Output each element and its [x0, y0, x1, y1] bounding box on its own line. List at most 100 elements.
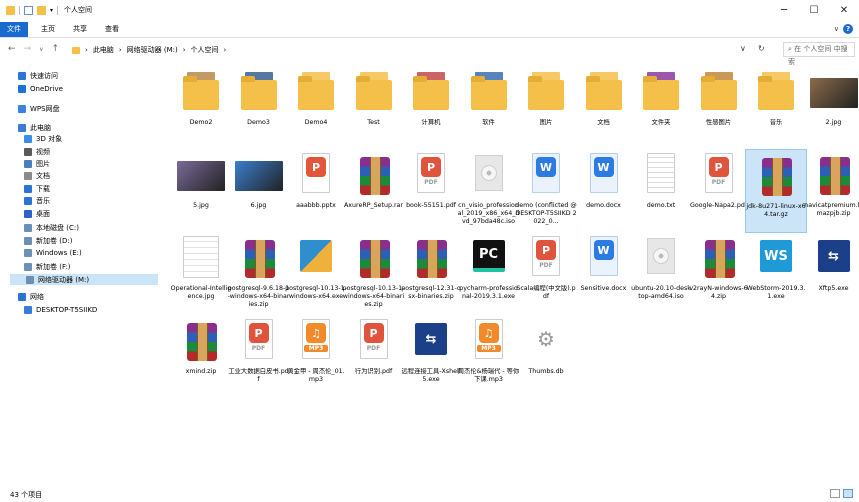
file-item[interactable]: Wdemo (conflicted @DESKTOP-T5SIIKD 2022_… — [515, 149, 577, 233]
file-item[interactable]: postgresql-12.31-osx-binaries.zip — [400, 232, 462, 316]
file-item[interactable]: AxureRP_Setup.rar — [343, 149, 405, 233]
file-item[interactable]: WS WebStorm-2019.3.1.exe — [745, 232, 807, 316]
file-item[interactable]: xmind.zip — [170, 315, 232, 399]
sidebar-item[interactable]: 此电脑 — [18, 123, 51, 133]
file-item[interactable]: Test — [343, 66, 405, 150]
file-item[interactable]: ⚙ Thumbs.db — [515, 315, 577, 399]
tab-view[interactable]: 查看 — [98, 22, 126, 37]
sidebar-item[interactable]: 图片 — [24, 159, 50, 169]
file-item[interactable]: 计算机 — [400, 66, 462, 150]
file-item[interactable]: P PDF book-55151.pdf — [400, 149, 462, 233]
folder-icon — [465, 68, 513, 116]
file-item[interactable]: postgresql-9.6.18-1-windows-x64-binaries… — [228, 232, 290, 316]
file-name: 计算机 — [421, 119, 441, 126]
sidebar-item[interactable]: 快速访问 — [18, 71, 58, 81]
file-item[interactable]: ♫ MP3 周杰伦&杨瑞代 - 等你下课.mp3 — [458, 315, 520, 399]
file-item[interactable]: jdk-8u271-linux-x64.tar.gz — [745, 149, 807, 233]
maximize-button[interactable]: ☐ — [799, 0, 829, 20]
file-item[interactable]: 6.jpg — [228, 149, 290, 233]
sidebar-item[interactable]: 网络驱动器 (M:) — [10, 274, 158, 285]
file-item[interactable]: v2rayN-windows-64.zip — [688, 232, 750, 316]
folder-icon — [292, 68, 340, 116]
tab-share[interactable]: 共享 — [66, 22, 94, 37]
breadcrumb-this-pc[interactable]: 此电脑 — [93, 45, 114, 55]
sidebar-item[interactable]: 3D 对象 — [24, 134, 62, 144]
file-item[interactable]: 音乐 — [745, 66, 807, 150]
file-item[interactable]: cn_visio_professional_2019_x86_x64_dvd_9… — [458, 149, 520, 233]
file-name: 5.jpg — [193, 202, 209, 209]
minimize-button[interactable]: ─ — [769, 0, 799, 20]
file-item[interactable]: P PDF Google-Napa2.pdf — [688, 149, 750, 233]
file-item[interactable]: P PDF 行为识别.pdf — [343, 315, 405, 399]
properties-icon[interactable] — [24, 5, 33, 15]
recent-chevron-icon[interactable]: ∨ — [39, 46, 43, 54]
file-item[interactable]: navicatpremium.lsmazpjb.zip — [803, 149, 859, 233]
details-view-button[interactable] — [830, 489, 840, 498]
archive-icon — [810, 151, 858, 199]
file-item[interactable]: W Sensitive.docx — [573, 232, 635, 316]
breadcrumb-personal-space[interactable]: 个人空间 — [191, 45, 219, 55]
sidebar-item[interactable]: 视频 — [24, 147, 50, 157]
file-item[interactable]: 文件夹 — [630, 66, 692, 150]
up-icon[interactable]: ↑ — [52, 44, 60, 54]
file-item[interactable]: ubuntu-20.10-desktop-amd64.iso — [630, 232, 692, 316]
file-item[interactable]: postgresql-10.13-1-windows-x64.exe — [285, 232, 347, 316]
word-file-icon: W — [580, 151, 628, 199]
sidebar-item[interactable]: WPS网盘 — [18, 104, 60, 114]
file-item[interactable]: Demo3 — [228, 66, 290, 150]
music-icon — [24, 197, 32, 205]
new-folder-icon[interactable] — [37, 5, 46, 15]
file-item[interactable]: Wdemo.docx — [573, 149, 635, 233]
tab-file[interactable]: 文件 — [0, 22, 28, 37]
expand-ribbon-icon[interactable]: ∨ — [834, 25, 839, 33]
sidebar-item[interactable]: 下载 — [24, 184, 50, 194]
sidebar-item[interactable]: OneDrive — [18, 85, 63, 93]
file-item[interactable]: demo.txt — [630, 149, 692, 233]
folder-icon — [637, 68, 685, 116]
file-name: Operational-Intelligence.jpg — [170, 285, 232, 300]
sidebar-item[interactable]: 新加卷 (D:) — [24, 236, 72, 246]
file-item[interactable]: 性感图片 — [688, 66, 750, 150]
file-item[interactable]: 软件 — [458, 66, 520, 150]
search-input[interactable]: ⌕ 在 个人空间 中搜索 — [783, 42, 855, 66]
archive-icon — [407, 234, 455, 282]
close-button[interactable]: ✕ — [829, 0, 859, 20]
sidebar-item[interactable]: 音乐 — [24, 196, 50, 206]
sidebar-item[interactable]: Windows (E:) — [24, 249, 82, 257]
folder-icon[interactable] — [6, 5, 15, 15]
file-item[interactable]: PC pycharm-professional-2019.3.1.exe — [458, 232, 520, 316]
breadcrumb-network-drive[interactable]: 网络驱动器 (M:) — [127, 45, 178, 55]
folder-icon — [695, 68, 743, 116]
file-item[interactable]: postgresql-10.13-1-windows-x64-binaries.… — [343, 232, 405, 316]
address-bar[interactable]: › 此电脑 › 网络驱动器 (M:) › 个人空间 › — [72, 43, 782, 57]
file-item[interactable]: 2.jpg — [803, 66, 859, 150]
sidebar-item[interactable]: 桌面 — [24, 209, 50, 219]
refresh-icon[interactable]: ∨ — [740, 44, 746, 53]
large-icons-view-button[interactable] — [843, 489, 853, 498]
forward-icon[interactable]: → — [24, 44, 32, 54]
file-item[interactable]: Paaabbb.pptx — [285, 149, 347, 233]
file-item[interactable]: P PDF Scala编程(中文版).pdf — [515, 232, 577, 316]
back-icon[interactable]: ← — [8, 44, 16, 54]
file-item[interactable]: Operational-Intelligence.jpg — [170, 232, 232, 316]
sidebar-item-label: 快速访问 — [30, 72, 58, 80]
tab-home[interactable]: 主页 — [34, 22, 62, 37]
sidebar-item[interactable]: DESKTOP-T5SIIKD — [24, 306, 97, 314]
sidebar-item[interactable]: 本地磁盘 (C:) — [24, 223, 79, 233]
chevron-down-icon[interactable]: ▾ — [50, 7, 53, 14]
sidebar-item[interactable]: 新加卷 (F:) — [24, 262, 71, 272]
file-item[interactable]: 5.jpg — [170, 149, 232, 233]
sidebar-item[interactable]: 文档 — [24, 171, 50, 181]
file-item[interactable]: Demo2 — [170, 66, 232, 150]
sidebar-item[interactable]: 网络 — [18, 292, 44, 302]
file-item[interactable]: ⇆ 远程连接工具-Xshell5.exe — [400, 315, 462, 399]
file-item[interactable]: P PDF 工业大数据白皮书.pdf — [228, 315, 290, 399]
file-item[interactable]: ⇆ Xftp5.exe — [803, 232, 859, 316]
help-icon[interactable]: ? — [843, 24, 853, 34]
file-item[interactable]: Demo4 — [285, 66, 347, 150]
refresh-button[interactable]: ↻ — [758, 44, 765, 53]
file-item[interactable]: ♫ MP3 黄金甲 - 周杰伦_01.mp3 — [285, 315, 347, 399]
file-item[interactable]: 文档 — [573, 66, 635, 150]
file-item[interactable]: 图片 — [515, 66, 577, 150]
file-name: 周杰伦&杨瑞代 - 等你下课.mp3 — [457, 368, 520, 383]
